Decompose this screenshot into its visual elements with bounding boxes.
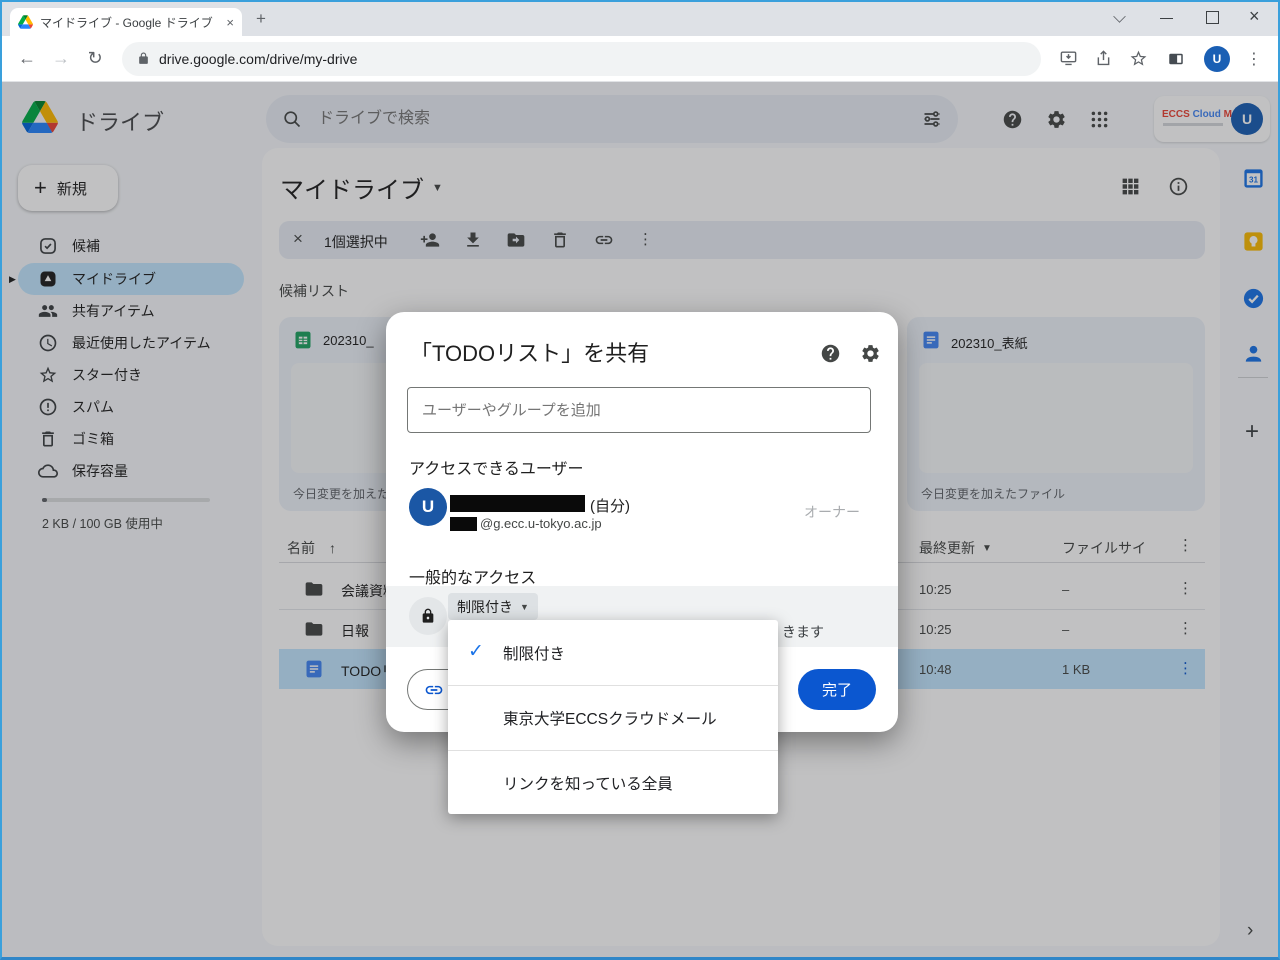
redacted-name-bar xyxy=(450,495,585,512)
owner-role-label: オーナー xyxy=(804,504,860,520)
lock-icon xyxy=(420,608,436,624)
browser-window: マイドライブ - Google ドライブ × + × ← → ↻ drive.g… xyxy=(0,0,1280,960)
access-options-menu: ✓ 制限付き 東京大学ECCSクラウドメール リンクを知っている全員 xyxy=(448,620,778,814)
new-tab-button[interactable]: + xyxy=(256,9,266,29)
window-minimize-button[interactable] xyxy=(1160,18,1173,19)
tab-close-icon[interactable]: × xyxy=(226,15,234,30)
redacted-email-bar xyxy=(450,517,477,531)
restricted-lock-badge xyxy=(409,597,447,635)
chevron-down-icon: ▼ xyxy=(520,601,529,612)
done-button[interactable]: 完了 xyxy=(798,669,876,710)
access-section-label: アクセスできるユーザー xyxy=(409,461,584,478)
link-icon xyxy=(424,680,444,700)
tab-strip: マイドライブ - Google ドライブ × + × xyxy=(2,2,1278,36)
url-bar[interactable]: drive.google.com/drive/my-drive xyxy=(122,41,1041,76)
browser-toolbar: ← → ↻ drive.google.com/drive/my-drive U … xyxy=(2,36,1278,82)
install-icon[interactable] xyxy=(1059,49,1078,68)
window-close-button[interactable]: × xyxy=(1249,6,1260,27)
browser-menu-icon[interactable]: ⋮ xyxy=(1246,49,1262,69)
check-icon: ✓ xyxy=(468,641,484,662)
dialog-title: 「TODOリスト」を共有 xyxy=(410,341,650,366)
drive-favicon xyxy=(18,15,33,29)
general-access-label: 一般的なアクセス xyxy=(409,570,537,587)
forward-icon[interactable]: → xyxy=(46,48,76,69)
bookmark-star-icon[interactable] xyxy=(1129,49,1148,68)
menu-item-anyone-with-link[interactable]: リンクを知っている全員 xyxy=(448,751,778,814)
back-icon[interactable]: ← xyxy=(12,48,42,69)
menu-item-restricted[interactable]: ✓ 制限付き xyxy=(448,620,778,685)
add-people-input[interactable] xyxy=(407,387,871,433)
url-text: drive.google.com/drive/my-drive xyxy=(159,50,358,67)
side-panel-icon[interactable] xyxy=(1166,50,1186,68)
reload-icon[interactable]: ↻ xyxy=(80,48,110,69)
browser-avatar[interactable]: U xyxy=(1204,45,1230,72)
tab-search-chevron-icon[interactable] xyxy=(1113,10,1126,23)
owner-email-domain: @g.ecc.u-tokyo.ac.jp xyxy=(480,516,602,531)
dialog-help-icon[interactable] xyxy=(820,343,841,364)
dialog-settings-icon[interactable] xyxy=(860,343,881,364)
general-access-description-fragment: きます xyxy=(782,624,824,640)
owner-avatar: U xyxy=(409,488,447,526)
general-access-dropdown-button[interactable]: 制限付き ▼ xyxy=(448,593,538,620)
tab-title: マイドライブ - Google ドライブ xyxy=(40,15,213,30)
lock-icon xyxy=(137,52,150,65)
window-maximize-button[interactable] xyxy=(1206,11,1219,24)
owner-self-suffix: (自分) xyxy=(590,498,630,515)
share-icon[interactable] xyxy=(1094,49,1113,68)
browser-tab[interactable]: マイドライブ - Google ドライブ × xyxy=(10,8,242,36)
menu-item-organization[interactable]: 東京大学ECCSクラウドメール xyxy=(448,686,778,750)
